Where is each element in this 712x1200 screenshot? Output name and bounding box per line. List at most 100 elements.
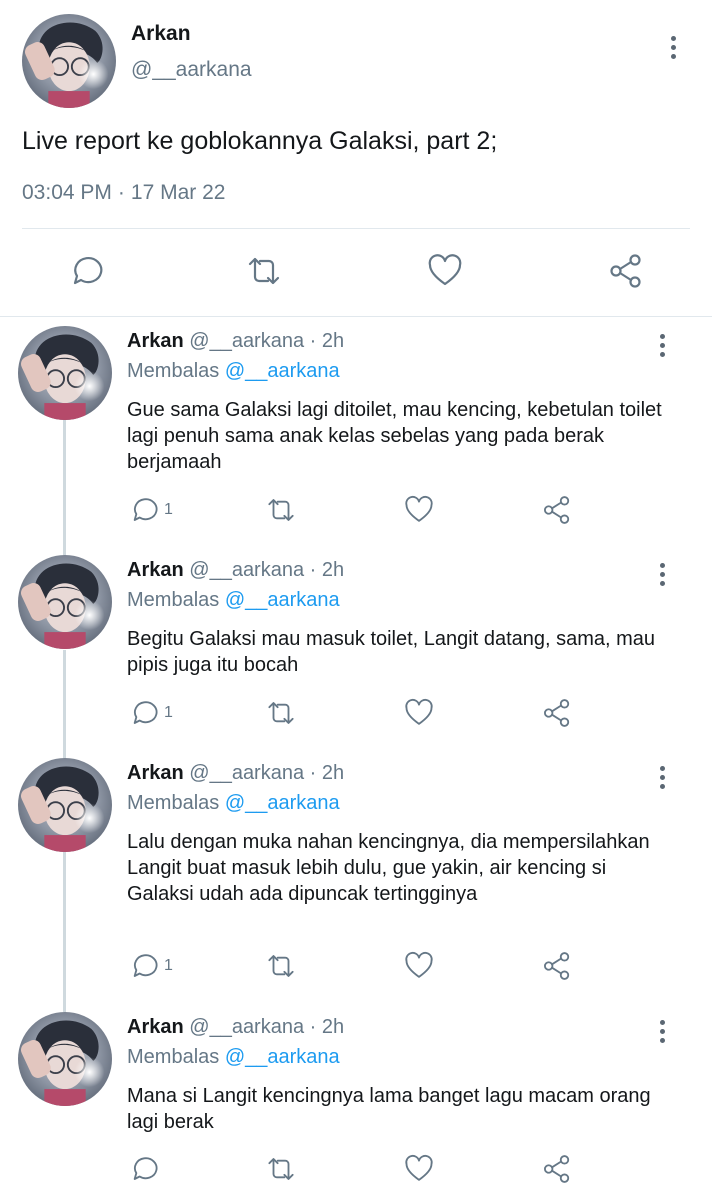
- retweet-button[interactable]: [266, 951, 296, 981]
- reply-tweet[interactable]: Arkan @__aarkana · 2h Membalas @__aarkan…: [0, 318, 712, 540]
- tweet-timestamp: 03:04 PM · 17 Mar 22: [22, 181, 225, 205]
- retweet-button[interactable]: [266, 1154, 296, 1184]
- like-icon: [405, 698, 433, 725]
- retweet-button[interactable]: [266, 698, 296, 728]
- share-button[interactable]: [608, 253, 644, 289]
- reply-header: Arkan @__aarkana · 2h: [127, 762, 344, 785]
- reply-tweet[interactable]: Arkan @__aarkana · 2h Membalas @__aarkan…: [0, 750, 712, 1000]
- share-button[interactable]: [542, 495, 572, 525]
- replying-to: Membalas @__aarkana: [127, 1046, 340, 1069]
- reply-time[interactable]: 2h: [322, 762, 344, 784]
- comment-button[interactable]: 1: [128, 951, 173, 981]
- retweet-icon: [268, 1158, 294, 1180]
- avatar-image: [18, 326, 112, 420]
- reply-time[interactable]: 2h: [322, 1016, 344, 1038]
- reply-actions: 1: [0, 495, 712, 525]
- retweet-icon: [268, 702, 294, 724]
- avatar[interactable]: [22, 14, 116, 108]
- retweet-icon: [248, 257, 280, 285]
- comment-button[interactable]: 1: [128, 495, 173, 525]
- header-separator: ·: [309, 1016, 317, 1038]
- mention-link[interactable]: @__aarkana: [225, 589, 340, 611]
- retweet-icon: [268, 955, 294, 977]
- reply-tweet[interactable]: Arkan @__aarkana · 2h Membalas @__aarkan…: [0, 1004, 712, 1200]
- header-separator: ·: [309, 559, 317, 581]
- share-button[interactable]: [542, 1154, 572, 1184]
- like-button[interactable]: [404, 951, 434, 981]
- share-icon: [544, 952, 570, 980]
- retweet-button[interactable]: [246, 253, 282, 289]
- reply-text: Lalu dengan muka nahan kencingnya, dia m…: [127, 831, 650, 905]
- more-options-icon[interactable]: [658, 1020, 666, 1043]
- mention-link[interactable]: @__aarkana: [225, 1046, 340, 1068]
- like-button[interactable]: [404, 1154, 434, 1184]
- reply-text: Mana si Langit kencingnya lama banget la…: [127, 1085, 651, 1133]
- author-handle[interactable]: @__aarkana: [189, 1016, 304, 1038]
- reply-time[interactable]: 2h: [322, 330, 344, 352]
- comment-button[interactable]: [67, 253, 103, 289]
- avatar[interactable]: [18, 326, 112, 420]
- reply-tweet[interactable]: Arkan @__aarkana · 2h Membalas @__aarkan…: [0, 547, 712, 747]
- author-handle[interactable]: @__aarkana: [189, 762, 304, 784]
- like-icon: [405, 495, 433, 522]
- share-icon: [544, 496, 570, 524]
- more-options-icon[interactable]: [658, 766, 666, 789]
- avatar[interactable]: [18, 555, 112, 649]
- avatar-image: [18, 1012, 112, 1106]
- more-options-icon[interactable]: [658, 563, 666, 586]
- comment-button[interactable]: 1: [128, 698, 173, 728]
- like-button[interactable]: [404, 698, 434, 728]
- comment-icon: [133, 954, 158, 977]
- retweet-button[interactable]: [266, 495, 296, 525]
- comment-icon: [133, 1157, 158, 1180]
- comment-icon: [133, 498, 158, 521]
- like-icon: [405, 1154, 433, 1181]
- comment-icon: [73, 257, 103, 285]
- like-icon: [405, 951, 433, 978]
- avatar[interactable]: [18, 758, 112, 852]
- reply-count: 1: [164, 501, 173, 518]
- reply-count: 1: [164, 957, 173, 974]
- avatar-image: [22, 14, 116, 108]
- replying-prefix: Membalas: [127, 589, 220, 611]
- comment-icon: [133, 701, 158, 724]
- share-icon: [610, 254, 641, 288]
- tweet-time: 03:04 PM: [22, 181, 112, 204]
- author-handle[interactable]: @__aarkana: [131, 58, 252, 82]
- replying-to: Membalas @__aarkana: [127, 589, 340, 612]
- tweet-date: 17 Mar 22: [130, 181, 226, 204]
- share-icon: [544, 1155, 570, 1183]
- author-name[interactable]: Arkan: [131, 22, 191, 46]
- reply-header: Arkan @__aarkana · 2h: [127, 330, 344, 353]
- like-button[interactable]: [427, 253, 463, 289]
- like-icon: [428, 254, 462, 286]
- retweet-icon: [268, 499, 294, 521]
- tweet-text: Live report ke goblokannya Galaksi, part…: [22, 127, 498, 155]
- reply-actions: 1: [0, 951, 712, 981]
- share-button[interactable]: [542, 698, 572, 728]
- replying-prefix: Membalas: [127, 360, 220, 382]
- author-name[interactable]: Arkan: [127, 559, 184, 581]
- reply-header: Arkan @__aarkana · 2h: [127, 1016, 344, 1039]
- like-button[interactable]: [404, 495, 434, 525]
- comment-button[interactable]: [128, 1154, 164, 1184]
- share-button[interactable]: [542, 951, 572, 981]
- author-handle[interactable]: @__aarkana: [189, 559, 304, 581]
- reply-actions: [0, 1154, 712, 1184]
- divider: [0, 316, 712, 317]
- more-options-icon[interactable]: [669, 36, 677, 59]
- author-name[interactable]: Arkan: [127, 1016, 184, 1038]
- avatar-image: [18, 758, 112, 852]
- avatar[interactable]: [18, 1012, 112, 1106]
- mention-link[interactable]: @__aarkana: [225, 792, 340, 814]
- more-options-icon[interactable]: [658, 334, 666, 357]
- reply-actions: 1: [0, 698, 712, 728]
- author-handle[interactable]: @__aarkana: [189, 330, 304, 352]
- author-name[interactable]: Arkan: [127, 330, 184, 352]
- replying-to: Membalas @__aarkana: [127, 360, 340, 383]
- reply-time[interactable]: 2h: [322, 559, 344, 581]
- mention-link[interactable]: @__aarkana: [225, 360, 340, 382]
- author-name[interactable]: Arkan: [127, 762, 184, 784]
- replying-prefix: Membalas: [127, 792, 220, 814]
- meta-separator: ·: [117, 181, 125, 204]
